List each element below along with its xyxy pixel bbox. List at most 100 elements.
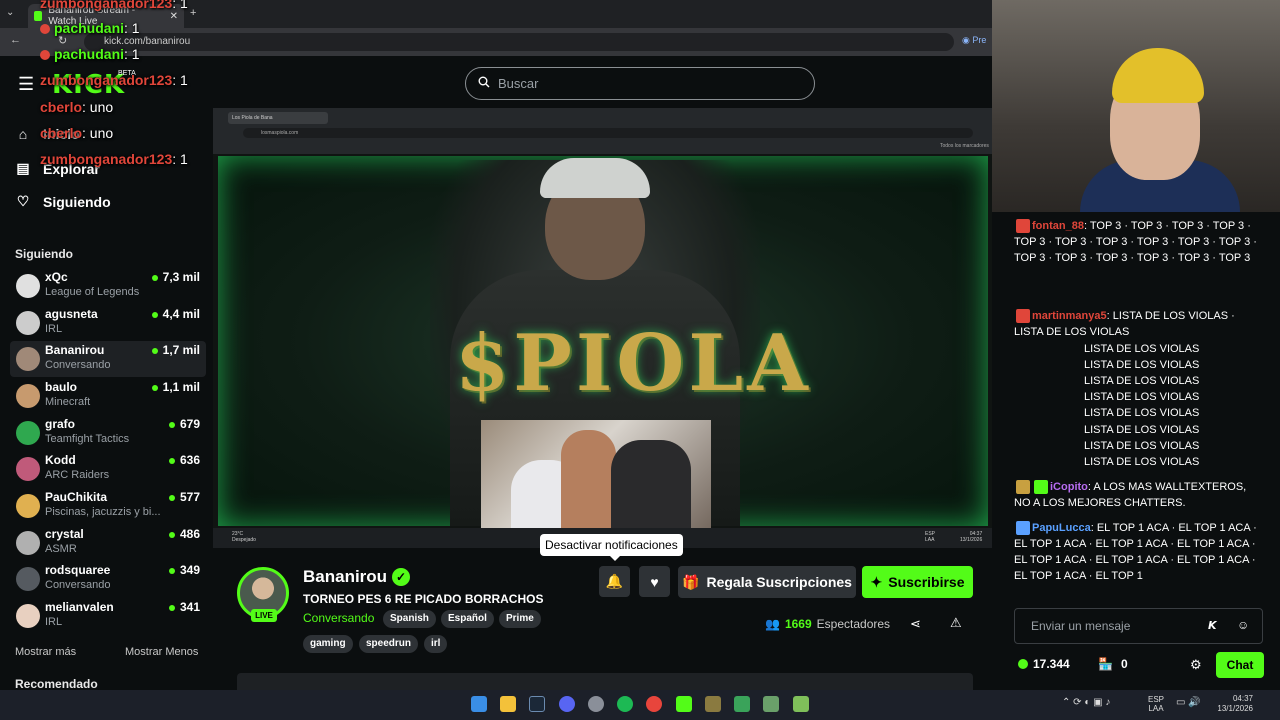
chat-message: fontan_88: TOP 3 · TOP 3 · TOP 3 · TOP 3… (1014, 219, 1257, 264)
tab-close-icon[interactable]: ✕ (170, 11, 178, 22)
search-input[interactable]: Buscar (465, 67, 815, 100)
app-icon[interactable] (763, 696, 779, 712)
category-link[interactable]: Conversando (303, 611, 374, 625)
tab-list-icon[interactable]: ⌄ (6, 7, 14, 18)
app-icon[interactable] (793, 696, 809, 712)
sidebar-item-melianvalen[interactable]: melianvalen IRL 341 (10, 598, 206, 634)
sidebar-item-baulo[interactable]: baulo Minecraft 1,1 mil (10, 378, 206, 414)
subscribe-button[interactable]: ✦ Suscribirse (862, 566, 973, 598)
scene-figure-cap (540, 158, 650, 198)
emote-picker-icon[interactable]: 𝙆 (1208, 619, 1217, 632)
back-icon[interactable]: ← (10, 34, 21, 46)
channel-points[interactable]: 17.344 (1018, 657, 1070, 671)
badge-icon (40, 24, 50, 35)
search-placeholder: Buscar (498, 76, 539, 91)
profile-button[interactable]: ◉ Pre (962, 35, 986, 46)
follow-button[interactable]: ♥ (639, 566, 670, 597)
tag[interactable]: Español (441, 610, 494, 628)
emoji-icon[interactable]: ☺ (1237, 618, 1249, 632)
store-icon: 🏪 (1098, 657, 1113, 671)
sidebar-item-rodsquaree[interactable]: rodsquaree Conversando 349 (10, 561, 206, 597)
chat-send-button[interactable]: Chat (1216, 652, 1264, 678)
network-volume-icons[interactable]: ▭ 🔊 (1176, 697, 1201, 708)
file-explorer-icon[interactable] (500, 696, 516, 712)
captured-url: losmaspiola.com (243, 128, 973, 138)
app-icon[interactable] (588, 696, 604, 712)
captured-lang: ESP LAA (925, 531, 936, 543)
discord-icon[interactable] (559, 696, 575, 712)
taskbar-clock[interactable]: 04:37 13/1/2026 (1213, 694, 1253, 714)
overlay-chat-line: zumbonganador123: 1 (40, 72, 188, 88)
chat-message: martinmanya5: LISTA DE LOS VIOLAS · LIST… (1014, 309, 1235, 338)
home-icon: ⌂ (18, 126, 28, 142)
notifications-button[interactable]: 🔔 (599, 566, 630, 597)
spotify-icon[interactable] (617, 696, 633, 712)
overlay-chat-line: zumbonganador123: 1 (40, 151, 188, 167)
sparkle-icon: ✦ (870, 573, 883, 590)
app-icon[interactable] (705, 696, 721, 712)
sidebar-item-bananirou[interactable]: Bananirou Conversando 1,7 mil (10, 341, 206, 377)
chat-message: LISTA DE LOS VIOLAS (1084, 424, 1200, 436)
viewer-count: 👥 1669 Espectadores (765, 617, 891, 631)
store-button[interactable]: 🏪 0 (1098, 657, 1128, 671)
gift-subs-button[interactable]: 🎁 Regala Suscripciones (678, 566, 856, 598)
show-more-link[interactable]: Mostrar más (15, 646, 76, 658)
points-icon (1018, 659, 1028, 669)
browse-icon: ▤ (16, 160, 30, 176)
sidebar-item-agusneta[interactable]: agusneta IRL 4,4 mil (10, 305, 206, 341)
keyboard-language[interactable]: ESP LAA (1148, 695, 1164, 713)
share-icon[interactable]: ⋖ (910, 616, 921, 632)
chat-input[interactable]: Enviar un mensaje (1014, 608, 1263, 644)
tag[interactable]: Prime (499, 610, 541, 628)
sidebar-item-kodd[interactable]: Kodd ARC Raiders 636 (10, 451, 206, 487)
nav-following[interactable]: ♡ Siguiendo (15, 193, 111, 210)
overlay-chat-line: pachudani: 1 (40, 46, 140, 62)
bell-icon: 🔔 (605, 573, 624, 589)
tag[interactable]: speedrun (359, 635, 419, 653)
windows-start-icon[interactable] (471, 696, 487, 712)
tag[interactable]: irl (424, 635, 448, 653)
captured-weather: 23°C Despejado (232, 531, 256, 543)
verified-icon: ✓ (392, 568, 410, 586)
steam-icon[interactable] (529, 696, 545, 712)
new-tab-icon[interactable]: + (190, 7, 196, 19)
report-icon[interactable]: ⚠ (950, 615, 962, 631)
tag[interactable]: Spanish (383, 610, 436, 628)
avatar (16, 531, 40, 555)
tag[interactable]: gaming (303, 635, 353, 653)
avatar (16, 274, 40, 298)
sidebar-item-grafo[interactable]: grafo Teamfight Tactics 679 (10, 415, 206, 451)
heart-filled-icon: ♥ (650, 573, 659, 590)
avatar (16, 567, 40, 591)
system-tray-icons[interactable]: ⌃ ⟳ ◐ ▣ ♪ (1062, 697, 1110, 708)
chrome-icon[interactable] (646, 696, 662, 712)
avatar (16, 421, 40, 445)
notifications-tooltip: Desactivar notificaciones (540, 534, 683, 561)
app-icon[interactable] (734, 696, 750, 712)
menu-icon[interactable]: ☰ (18, 74, 34, 95)
show-less-link[interactable]: Mostrar Menos (125, 646, 198, 658)
chat-message: PapuLucca: EL TOP 1 ACA · EL TOP 1 ACA ·… (1014, 521, 1257, 582)
gift-icon: 🎁 (682, 573, 700, 590)
scene-brand-text: $PIOLA (455, 318, 812, 409)
avatar (16, 384, 40, 408)
sidebar-item-xqc[interactable]: xQc League of Legends 7,3 mil (10, 268, 206, 304)
captured-tab: Los Piola de Bana (228, 112, 328, 124)
channel-name[interactable]: Bananirou (303, 567, 387, 587)
sidebar-item-crystal[interactable]: crystal ASMR 486 (10, 525, 206, 561)
chat-message: LISTA DE LOS VIOLAS (1084, 456, 1200, 468)
captured-clock: 04:37 13/1/2026 (960, 531, 983, 543)
chat-message: LISTA DE LOS VIOLAS (1084, 391, 1200, 403)
overlay-chat-line: zumbonganador123: 1 (40, 0, 188, 11)
avatar (16, 457, 40, 481)
stream-title: TORNEO PES 6 RE PICADO BORRACHOS (303, 592, 544, 606)
url-field[interactable]: kick.com/bananirou (84, 33, 954, 51)
recommended-section-title: Recomendado (15, 677, 98, 691)
sidebar-item-pauchikita[interactable]: PauChikita Piscinas, jacuzzis y bi... 577 (10, 488, 206, 524)
overlay-chat-line: cberlo: uno (40, 125, 114, 141)
gear-icon[interactable]: ⚙ (1190, 657, 1202, 673)
kick-app-icon[interactable] (676, 696, 692, 712)
chat-message: LISTA DE LOS VIOLAS (1084, 359, 1200, 371)
badge-icon (40, 50, 50, 61)
chat-message: LISTA DE LOS VIOLAS (1084, 375, 1200, 387)
